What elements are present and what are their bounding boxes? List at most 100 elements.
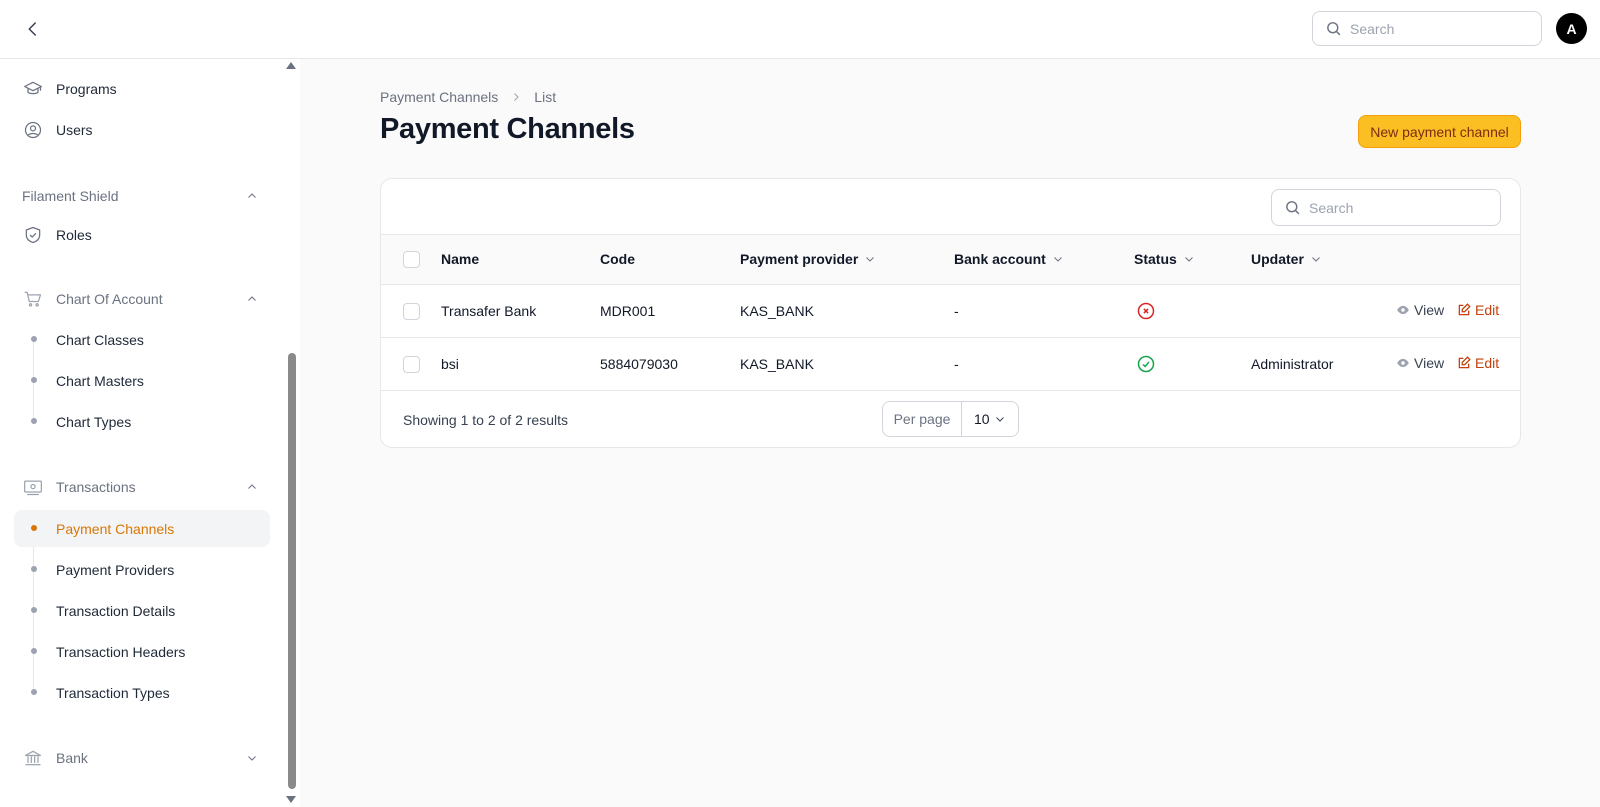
cell-code: MDR001 [600,303,656,319]
column-header-status[interactable]: Status [1134,251,1195,267]
avatar[interactable]: A [1556,13,1587,44]
bullet-dot [31,336,37,342]
sidebar-item-transaction-types[interactable]: Transaction Types [14,674,270,711]
bullet-dot [31,525,37,531]
table-search[interactable] [1271,189,1501,226]
sort-chevron-icon [1310,253,1322,265]
sidebar-item-payment-channels[interactable]: Payment Channels [14,510,270,547]
shopping-cart-icon [22,288,44,310]
chevron-down-icon [996,417,1004,422]
chevron-up-icon [248,484,256,489]
search-icon [1327,22,1341,36]
table-search-input[interactable] [1309,199,1479,216]
group-filament-shield[interactable]: Filament Shield [22,188,119,204]
banknotes-icon [22,476,44,498]
sidebar-item-chart-types[interactable]: Chart Types [14,403,270,440]
cell-bank-account: - [954,303,959,319]
per-page-label: Per page [883,402,962,436]
collapse-chart-of-account-button[interactable] [244,291,260,307]
per-page-select[interactable]: Per page 10 [882,401,1019,437]
eye-icon [1396,356,1410,370]
top-bar: A [0,0,1600,59]
column-header-bank-account[interactable]: Bank account [954,251,1064,267]
x-circle-icon [1137,302,1155,320]
sidebar-item-transaction-details[interactable]: Transaction Details [14,592,270,629]
back-button[interactable] [20,16,46,42]
table-header-row: Name Code Payment provider Bank account … [381,235,1520,285]
view-action[interactable]: View [1396,302,1444,318]
table-row: bsi 5884079030 KAS_BANK - Administrator … [381,338,1520,391]
sidebar-item-label: Chart Masters [56,372,144,389]
bullet-dot [31,418,37,424]
group-bank[interactable]: Bank [22,747,88,769]
cell-provider: KAS_BANK [740,303,814,319]
chevron-left-icon [28,22,36,36]
cell-bank-account: - [954,356,959,372]
sidebar-item-label: Programs [56,81,117,97]
sidebar-item-payment-providers[interactable]: Payment Providers [14,551,270,588]
pencil-square-icon [1457,303,1471,317]
group-label: Filament Shield [22,188,119,204]
user-circle-icon [22,119,44,141]
sidebar-item-label: Roles [56,227,92,243]
new-payment-channel-button[interactable]: New payment channel [1358,115,1521,148]
building-library-icon [22,747,44,769]
sidebar-item-transaction-headers[interactable]: Transaction Headers [14,633,270,670]
sidebar-item-label: Chart Classes [56,331,144,348]
sidebar-item-chart-masters[interactable]: Chart Masters [14,362,270,399]
search-icon [1286,201,1300,215]
bullet-dot [31,566,37,572]
collapse-filament-shield-button[interactable] [244,188,260,204]
sidebar-scrollbar-thumb[interactable] [288,353,296,789]
bullet-dot [31,648,37,654]
global-search[interactable] [1312,11,1542,46]
chevron-down-icon [248,756,256,761]
check-circle-icon [1137,355,1155,373]
scroll-down-arrow-icon[interactable] [286,796,296,803]
chevron-right-icon [510,91,522,103]
edit-action[interactable]: Edit [1457,302,1499,318]
group-transactions[interactable]: Transactions [22,476,136,498]
sidebar: Programs Users Filament Shield Roles Cha… [0,59,300,807]
sidebar-item-roles[interactable]: Roles [22,223,92,247]
cell-name: Transafer Bank [441,303,537,319]
sort-chevron-icon [1052,253,1064,265]
scroll-up-arrow-icon[interactable] [286,62,296,69]
chevron-up-icon [248,193,256,198]
group-chart-of-account[interactable]: Chart Of Account [22,288,163,310]
breadcrumb-link[interactable]: Payment Channels [380,89,498,105]
sidebar-item-programs[interactable]: Programs [22,77,117,101]
view-action[interactable]: View [1396,355,1444,371]
sort-chevron-icon [864,253,876,265]
bullet-dot [31,377,37,383]
column-header-payment-provider[interactable]: Payment provider [740,251,876,267]
table-row: Transafer Bank MDR001 KAS_BANK - View Ed… [381,285,1520,338]
cell-provider: KAS_BANK [740,356,814,372]
eye-icon [1396,303,1410,317]
pagination-summary: Showing 1 to 2 of 2 results [403,412,568,428]
sidebar-item-label: Transaction Details [56,602,176,619]
sidebar-item-label: Transaction Headers [56,643,186,660]
expand-bank-button[interactable] [244,750,260,766]
global-search-input[interactable] [1350,20,1520,37]
sidebar-item-label: Chart Types [56,413,132,430]
sidebar-item-chart-classes[interactable]: Chart Classes [14,321,270,358]
select-all-checkbox[interactable] [403,251,420,268]
per-page-dropdown[interactable]: 10 [962,402,1018,436]
cell-name: bsi [441,356,459,372]
per-page-value: 10 [974,411,990,427]
bullet-dot [31,607,37,613]
sidebar-item-label: Payment Channels [56,520,175,537]
column-header-code: Code [600,251,635,267]
row-checkbox[interactable] [403,356,420,373]
edit-action[interactable]: Edit [1457,355,1499,371]
row-checkbox[interactable] [403,303,420,320]
chevron-up-icon [248,296,256,301]
column-header-updater[interactable]: Updater [1251,251,1322,267]
group-label: Chart Of Account [56,291,163,307]
sidebar-item-users[interactable]: Users [22,118,93,142]
page-title: Payment Channels [380,113,635,145]
sidebar-item-label: Transaction Types [56,684,170,701]
collapse-transactions-button[interactable] [244,479,260,495]
sort-chevron-icon [1183,253,1195,265]
